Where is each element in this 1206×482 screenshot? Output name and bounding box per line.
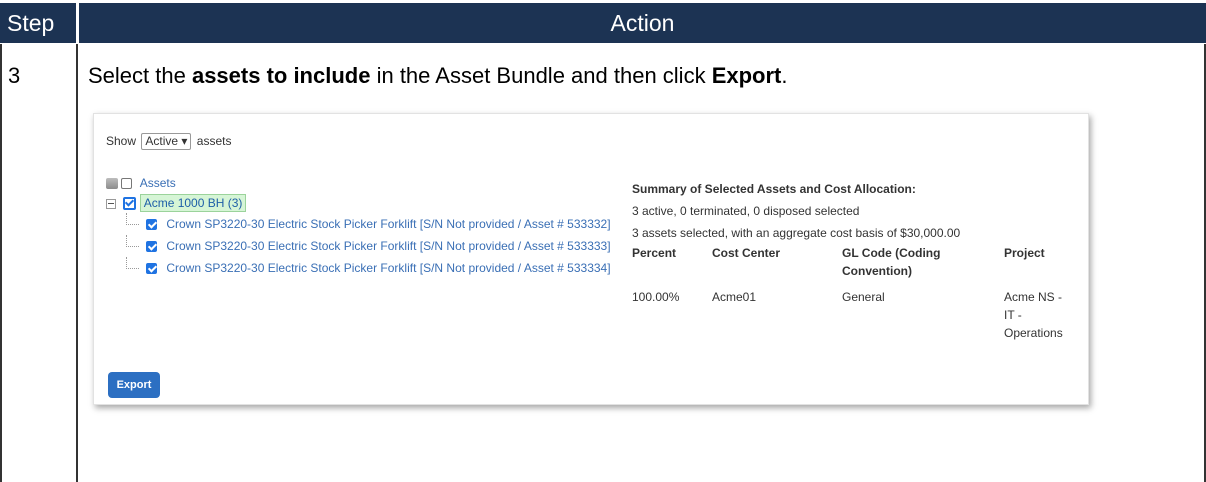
gl-code-line2: Convention)	[842, 264, 912, 278]
table-border-left	[0, 44, 2, 482]
chevron-down-icon: ▾	[181, 134, 188, 148]
show-label: Show	[106, 134, 137, 148]
header-action: Action	[79, 3, 1206, 43]
tree-branch-line	[126, 257, 139, 269]
step-instruction: Select the assets to include in the Asse…	[88, 61, 788, 91]
asset-link[interactable]: Crown SP3220-30 Electric Stock Picker Fo…	[166, 217, 610, 231]
asset-link[interactable]: Crown SP3220-30 Electric Stock Picker Fo…	[166, 239, 610, 253]
tree-branch-line	[126, 235, 139, 247]
instruction-text: .	[781, 63, 788, 88]
summary-title: Summary of Selected Assets and Cost Allo…	[632, 182, 916, 196]
status-select-value: Active	[145, 134, 179, 148]
collapse-icon[interactable]	[106, 198, 116, 209]
header-step-label: Step	[7, 10, 55, 36]
column-header-gl-code: GL Code (Coding Convention)	[842, 244, 940, 280]
asset-bundle-screenshot: Show Active ▾ assets Assets Acme 1000 BH…	[93, 113, 1089, 405]
cell-project: Acme NS - IT - Operations	[1004, 288, 1063, 342]
summary-basis: 3 assets selected, with an aggregate cos…	[632, 226, 961, 240]
header-step: Step	[0, 3, 76, 43]
project-line3: Operations	[1004, 326, 1063, 340]
instruction-text: in the Asset Bundle and then click	[370, 63, 712, 88]
group-label[interactable]: Acme 1000 BH (3)	[139, 194, 247, 212]
summary-status: 3 active, 0 terminated, 0 disposed selec…	[632, 204, 860, 218]
asset-checkbox[interactable]	[146, 219, 157, 231]
tree-branch-line	[126, 213, 139, 225]
status-select[interactable]: Active ▾	[141, 133, 192, 150]
tree-root-label[interactable]: Assets	[140, 176, 176, 190]
group-checkbox[interactable]	[123, 197, 137, 211]
instruction-emphasis-assets: assets to include	[191, 63, 371, 88]
cell-gl-code: General	[842, 290, 885, 304]
asset-checkbox[interactable]	[146, 241, 157, 253]
asset-tree: Assets Acme 1000 BH (3) Crown SP3220-30 …	[106, 173, 611, 279]
database-icon	[106, 178, 118, 190]
asset-link[interactable]: Crown SP3220-30 Electric Stock Picker Fo…	[166, 261, 610, 275]
step-number: 3	[8, 63, 21, 88]
column-divider	[76, 44, 78, 482]
cell-percent: 100.00%	[632, 290, 680, 304]
tree-child: Crown SP3220-30 Electric Stock Picker Fo…	[106, 213, 611, 235]
allocation-summary: Summary of Selected Assets and Cost Allo…	[632, 178, 1082, 340]
show-filter: Show Active ▾ assets	[106, 132, 231, 150]
tree-group: Acme 1000 BH (3)	[106, 193, 611, 213]
asset-checkbox[interactable]	[146, 263, 157, 275]
project-line2: IT -	[1004, 308, 1022, 322]
gl-code-line1: GL Code (Coding	[842, 246, 941, 260]
show-suffix: assets	[196, 134, 232, 148]
project-line1: Acme NS -	[1004, 290, 1063, 304]
instruction-emphasis-export: Export	[711, 63, 782, 88]
tree-child: Crown SP3220-30 Electric Stock Picker Fo…	[106, 257, 611, 279]
tree-child: Crown SP3220-30 Electric Stock Picker Fo…	[106, 235, 611, 257]
instruction-text: Select the	[88, 63, 192, 88]
procedure-table: Step Action 3 Select the assets to inclu…	[0, 0, 1206, 482]
cell-cost-center: Acme01	[712, 290, 757, 304]
column-header-project: Project	[1004, 246, 1045, 260]
column-header-cost-center: Cost Center	[712, 246, 781, 260]
column-header-percent: Percent	[632, 246, 677, 260]
tree-root: Assets	[106, 173, 611, 193]
select-all-checkbox[interactable]	[121, 178, 133, 190]
export-button[interactable]: Export	[108, 372, 160, 398]
